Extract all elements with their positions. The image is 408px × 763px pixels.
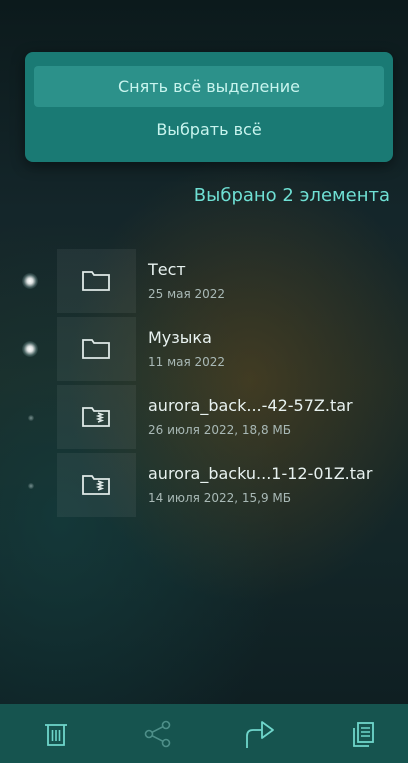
selection-indicator[interactable]: [22, 341, 38, 357]
selected-count-label: Выбрано 2 элемента: [193, 185, 390, 206]
archive-icon: [82, 407, 110, 427]
send-button[interactable]: [242, 718, 274, 750]
send-arrow-icon: [246, 721, 274, 748]
file-meta: 25 мая 2022: [148, 287, 226, 301]
folder-icon-box: [57, 317, 136, 381]
file-row-test[interactable]: Тест 25 мая 2022: [0, 249, 408, 313]
file-name: Тест: [148, 260, 186, 279]
archive-icon: [82, 475, 110, 495]
file-row-music[interactable]: Музыка 11 мая 2022: [0, 317, 408, 381]
file-name: aurora_back...-42-57Z.tar: [148, 396, 353, 415]
bottom-toolbar: [0, 704, 408, 763]
delete-button[interactable]: [40, 718, 72, 750]
archive-icon-box: [57, 453, 136, 517]
file-meta: 26 июля 2022, 18,8 МБ: [148, 423, 291, 437]
folder-icon-box: [57, 249, 136, 313]
folder-icon: [82, 271, 110, 291]
copy-icon: [353, 722, 374, 747]
share-icon: [144, 720, 171, 748]
deselect-all-button[interactable]: Снять всё выделение: [34, 66, 384, 107]
file-row-archive-2[interactable]: aurora_backu...1-12-01Z.tar 14 июля 2022…: [0, 453, 408, 517]
trash-icon: [45, 724, 67, 746]
archive-icon-box: [57, 385, 136, 449]
context-menu: Снять всё выделение Выбрать всё: [25, 52, 393, 162]
file-meta: 11 мая 2022: [148, 355, 226, 369]
selection-indicator[interactable]: [28, 483, 34, 489]
file-name: Музыка: [148, 328, 212, 347]
copy-button[interactable]: [347, 718, 379, 750]
select-all-button[interactable]: Выбрать всё: [34, 109, 384, 150]
selection-indicator[interactable]: [28, 415, 34, 421]
folder-icon: [82, 339, 110, 359]
file-row-archive-1[interactable]: aurora_back...-42-57Z.tar 26 июля 2022, …: [0, 385, 408, 449]
selection-indicator[interactable]: [22, 273, 38, 289]
file-name: aurora_backu...1-12-01Z.tar: [148, 464, 373, 483]
share-button[interactable]: [142, 718, 174, 750]
file-meta: 14 июля 2022, 15,9 МБ: [148, 491, 291, 505]
